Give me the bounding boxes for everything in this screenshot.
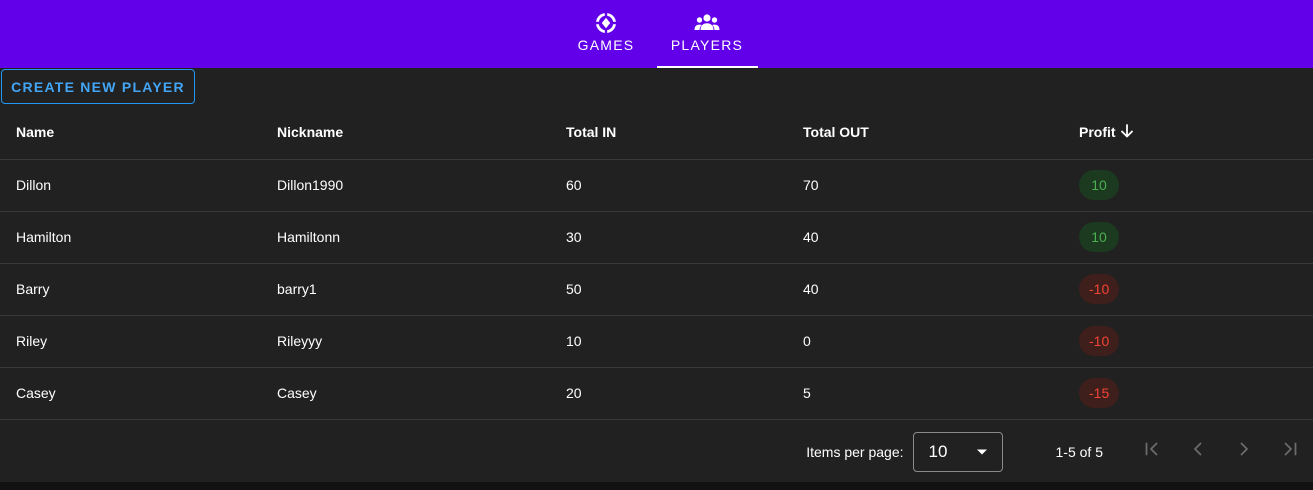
cell-name: Dillon bbox=[0, 159, 261, 212]
table-row: Riley Rileyyy 10 0 -10 bbox=[0, 315, 1313, 368]
column-header-profit-label: Profit bbox=[1079, 124, 1116, 141]
column-header-total-out[interactable]: Total OUT bbox=[787, 106, 1063, 160]
profit-badge: 10 bbox=[1079, 170, 1119, 200]
previous-page-button[interactable] bbox=[1175, 432, 1221, 472]
cell-total-in: 20 bbox=[550, 367, 787, 420]
cell-nickname: Rileyyy bbox=[261, 315, 550, 368]
cell-total-out: 70 bbox=[787, 159, 1063, 212]
cell-profit: -15 bbox=[1063, 367, 1313, 420]
cell-total-out: 40 bbox=[787, 211, 1063, 264]
cell-total-out: 40 bbox=[787, 263, 1063, 316]
tab-players-label: PLAYERS bbox=[670, 37, 744, 53]
cell-name: Casey bbox=[0, 367, 261, 420]
table-row: Hamilton Hamiltonn 30 40 10 bbox=[0, 211, 1313, 264]
table-row: Dillon Dillon1990 60 70 10 bbox=[0, 159, 1313, 212]
profit-sort-wrap: Profit bbox=[1079, 123, 1135, 142]
cell-profit: -10 bbox=[1063, 263, 1313, 316]
page-size-value: 10 bbox=[928, 441, 948, 461]
previous-page-icon bbox=[1189, 440, 1207, 463]
profit-badge: -15 bbox=[1079, 378, 1120, 408]
cell-total-in: 30 bbox=[550, 211, 787, 264]
profit-badge: -10 bbox=[1079, 274, 1120, 304]
cell-total-out: 5 bbox=[787, 367, 1063, 420]
cell-nickname: Dillon1990 bbox=[261, 159, 550, 212]
page-range-label: 1-5 of 5 bbox=[1055, 443, 1103, 460]
column-header-name[interactable]: Name bbox=[0, 106, 261, 160]
next-page-icon bbox=[1235, 440, 1253, 463]
last-page-button[interactable] bbox=[1267, 432, 1313, 472]
top-app-bar: GAMES PLAYERS bbox=[0, 0, 1313, 68]
first-page-icon bbox=[1143, 440, 1161, 463]
table-row: Barry barry1 50 40 -10 bbox=[0, 263, 1313, 316]
arrow-down-icon bbox=[1119, 123, 1135, 142]
next-page-button[interactable] bbox=[1221, 432, 1267, 472]
cell-total-in: 50 bbox=[550, 263, 787, 316]
poker-chip-icon bbox=[594, 12, 618, 34]
first-page-button[interactable] bbox=[1129, 432, 1175, 472]
players-panel: CREATE NEW PLAYER Name Nickname Total IN… bbox=[0, 68, 1313, 482]
table-header-row: Name Nickname Total IN Total OUT Profit bbox=[0, 106, 1313, 160]
cell-profit: 10 bbox=[1063, 211, 1313, 264]
cell-nickname: barry1 bbox=[261, 263, 550, 316]
cell-name: Hamilton bbox=[0, 211, 261, 264]
table-row: Casey Casey 20 5 -15 bbox=[0, 367, 1313, 420]
create-new-player-button[interactable]: CREATE NEW PLAYER bbox=[1, 69, 195, 104]
page-size-select[interactable]: 10 bbox=[912, 431, 1003, 472]
players-table: Name Nickname Total IN Total OUT Profit bbox=[0, 106, 1313, 420]
app-root: GAMES PLAYERS CREATE NEW PLAYER Name Nic… bbox=[0, 0, 1313, 490]
tab-players[interactable]: PLAYERS bbox=[656, 0, 758, 68]
cell-total-in: 60 bbox=[550, 159, 787, 212]
column-header-profit[interactable]: Profit bbox=[1063, 106, 1313, 160]
items-per-page-label: Items per page: bbox=[806, 443, 904, 460]
cell-profit: -10 bbox=[1063, 315, 1313, 368]
column-header-total-in[interactable]: Total IN bbox=[550, 106, 787, 160]
tab-games-label: GAMES bbox=[577, 37, 635, 53]
cell-total-in: 10 bbox=[550, 315, 787, 368]
cell-total-out: 0 bbox=[787, 315, 1063, 368]
cell-profit: 10 bbox=[1063, 159, 1313, 212]
last-page-icon bbox=[1281, 440, 1299, 463]
profit-badge: -10 bbox=[1079, 326, 1120, 356]
dropdown-arrow-icon bbox=[976, 443, 988, 461]
profit-badge: 10 bbox=[1079, 222, 1119, 252]
bottom-scroll-strip bbox=[0, 482, 1313, 490]
cell-nickname: Hamiltonn bbox=[261, 211, 550, 264]
column-header-nickname[interactable]: Nickname bbox=[261, 106, 550, 160]
people-icon bbox=[694, 12, 720, 34]
tab-games[interactable]: GAMES bbox=[556, 0, 657, 68]
paginator: Items per page: 10 1-5 of 5 bbox=[0, 421, 1313, 482]
cell-name: Barry bbox=[0, 263, 261, 316]
cell-name: Riley bbox=[0, 315, 261, 368]
cell-nickname: Casey bbox=[261, 367, 550, 420]
